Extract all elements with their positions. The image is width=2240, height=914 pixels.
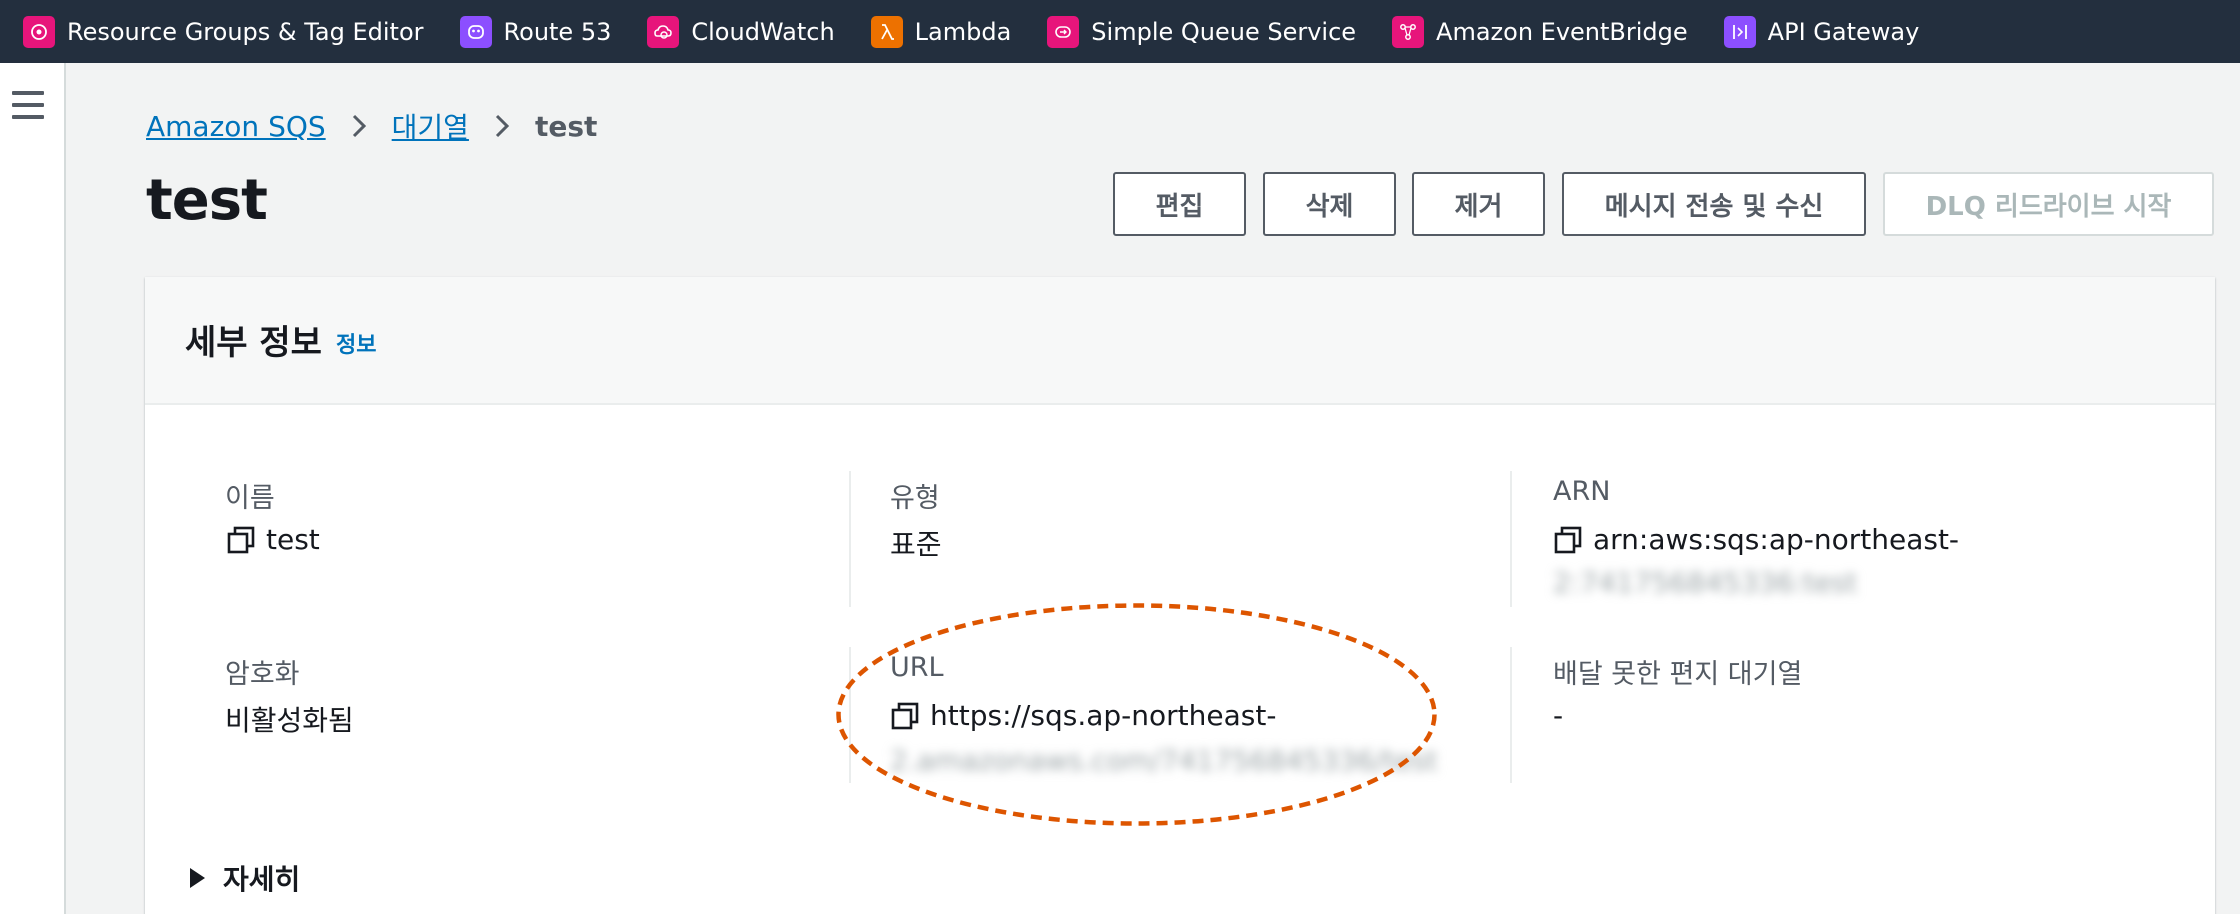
favorite-label: Lambda: [914, 17, 1012, 46]
api-gateway-icon: [1723, 15, 1756, 48]
copy-icon[interactable]: [226, 525, 256, 555]
type-value: 표준: [890, 523, 942, 563]
breadcrumb-current: test: [534, 109, 598, 143]
more-details-expander[interactable]: 자세히: [190, 858, 300, 898]
route53-icon: [459, 15, 492, 48]
column-divider: [1510, 471, 1512, 607]
arn-text: arn:aws:sqs:ap-northeast-: [1593, 523, 1960, 556]
more-details-label: 자세히: [223, 863, 301, 896]
dlq-value: -: [1553, 699, 1563, 732]
favorite-route53[interactable]: Route 53: [459, 0, 612, 63]
delete-button[interactable]: 삭제: [1263, 172, 1396, 236]
encryption-text: 비활성화됨: [225, 704, 354, 737]
chevron-right-icon: [495, 114, 510, 138]
resource-groups-icon: [23, 15, 55, 48]
favorite-label: Resource Groups & Tag Editor: [67, 17, 424, 46]
favorites-bar: Resource Groups & Tag Editor Route 53 Cl…: [0, 0, 2240, 63]
favorite-label: CloudWatch: [691, 17, 835, 46]
breadcrumb-amazon-sqs[interactable]: Amazon SQS: [146, 110, 326, 143]
encryption-value: 비활성화됨: [225, 699, 354, 739]
dlq-label: 배달 못한 편지 대기열: [1553, 659, 1803, 690]
favorite-sqs[interactable]: Simple Queue Service: [1047, 0, 1356, 63]
favorite-eventbridge[interactable]: Amazon EventBridge: [1392, 0, 1688, 63]
column-divider: [849, 471, 851, 607]
cloudwatch-icon: [647, 15, 680, 48]
favorite-lambda[interactable]: Lambda: [870, 0, 1012, 63]
lambda-icon: [870, 15, 903, 48]
favorite-label: API Gateway: [1767, 17, 1920, 46]
info-link[interactable]: 정보: [336, 327, 376, 359]
name-label: 이름: [225, 483, 275, 514]
favorite-api-gateway[interactable]: API Gateway: [1723, 0, 1920, 63]
queue-name-text: test: [266, 523, 320, 556]
purge-button[interactable]: 제거: [1412, 172, 1545, 236]
favorite-label: Amazon EventBridge: [1436, 17, 1688, 46]
arn-label: ARN: [1553, 476, 1611, 507]
edit-button[interactable]: 편집: [1113, 172, 1246, 236]
details-title: 세부 정보: [185, 323, 322, 363]
breadcrumb: Amazon SQS 대기열 test: [146, 106, 597, 146]
details-panel-header: 세부 정보 정보: [145, 277, 2215, 405]
eventbridge-icon: [1392, 15, 1425, 48]
encryption-label: 암호화: [225, 659, 300, 690]
arn-value: arn:aws:sqs:ap-northeast-: [1553, 523, 1959, 556]
start-dlq-redrive-button: DLQ 리드라이브 시작: [1883, 172, 2214, 236]
page-title: test: [146, 168, 268, 233]
send-and-receive-button[interactable]: 메시지 전송 및 수신: [1562, 172, 1866, 236]
favorite-cloudwatch[interactable]: CloudWatch: [647, 0, 835, 63]
dlq-text: -: [1553, 699, 1564, 732]
menu-icon[interactable]: [12, 91, 44, 121]
caret-right-icon: [190, 868, 205, 888]
chevron-right-icon: [352, 114, 366, 138]
sqs-icon: [1047, 15, 1080, 48]
copy-icon[interactable]: [1553, 525, 1583, 555]
column-divider: [1510, 647, 1512, 783]
annotation-ellipse: [836, 603, 1437, 826]
type-label: 유형: [890, 483, 940, 514]
side-navigation-collapsed: [0, 63, 66, 914]
queue-type-text: 표준: [890, 528, 942, 561]
arn-redacted-text: 2:741756845336:test: [1553, 566, 1858, 599]
favorite-label: Route 53: [503, 17, 612, 46]
favorite-label: Simple Queue Service: [1091, 17, 1357, 46]
name-value: test: [226, 523, 320, 556]
favorite-resource-groups[interactable]: Resource Groups & Tag Editor: [23, 0, 424, 63]
breadcrumb-queues[interactable]: 대기열: [392, 106, 469, 146]
